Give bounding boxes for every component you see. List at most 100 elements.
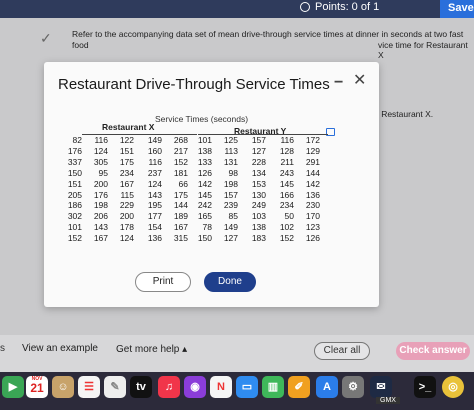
restaurant-x-cell: 122 [119,135,134,145]
restaurant-x-cell: 124 [93,145,108,156]
restaurant-x-cell: 66 [178,178,188,189]
restaurant-y-cell: 149 [223,222,238,233]
numbers-icon[interactable]: ▥ [262,376,284,398]
restaurant-x-cell: 176 [93,189,108,200]
restaurant-x-cell: 268 [173,135,188,145]
clear-all-button[interactable]: Clear all [314,342,370,360]
gmx-label: GMX [376,397,400,404]
restaurant-x-cell: 175 [173,189,188,200]
partial-label: s [0,343,5,354]
check-icon: ✓ [40,30,52,46]
restaurant-x-cell: 198 [93,200,108,211]
restaurant-x-cell: 195 [147,200,162,211]
news-icon[interactable]: N [210,376,232,398]
restaurant-x-cell: 167 [119,178,134,189]
restaurant-y-cell: 78 [202,222,212,233]
restaurant-y-cell: 130 [251,189,266,200]
restaurant-x-cell: 144 [173,200,188,211]
contacts-icon[interactable]: ☺ [52,376,74,398]
terminal-icon[interactable]: >_ [414,376,436,398]
calendar-icon[interactable]: NOV 21 [26,376,48,398]
restaurant-x-cell: 160 [147,145,162,156]
restaurant-y-cell: 134 [251,167,266,178]
restaurant-x-cell: 181 [173,167,188,178]
points-label: Points: 0 of 1 [315,1,380,13]
restaurant-y-cell: 136 [305,189,320,200]
restaurant-x-cell: 136 [147,233,162,244]
restaurant-x-cell: 101 [67,222,82,233]
restaurant-y-cell: 150 [197,233,212,244]
points-indicator: Points: 0 of 1 [300,1,379,13]
restaurant-y-cell: 243 [279,167,294,178]
restaurant-y-cell: 127 [223,233,238,244]
restaurant-y-cell: 153 [251,178,266,189]
restaurant-x-cell: 305 [93,156,108,167]
music-icon[interactable]: ♫ [158,376,180,398]
restaurant-y-cell: 125 [223,135,238,145]
reminders-icon[interactable]: ☰ [78,376,100,398]
restaurant-y-cell: 145 [279,178,294,189]
restaurant-x-cell: 176 [67,145,82,156]
restaurant-y-cell: 123 [305,222,320,233]
pages-icon[interactable]: ✐ [288,376,310,398]
restaurant-x-cell: 229 [119,200,134,211]
question-side-text: r Restaurant X. [376,109,434,119]
restaurant-y-cell: 102 [279,222,294,233]
restaurant-x-cell: 151 [119,145,134,156]
restaurant-y-cell: 113 [224,145,238,156]
restaurant-y-cell: 50 [284,211,294,222]
gmx-icon[interactable]: ✉ [370,376,392,398]
done-button[interactable]: Done [204,272,256,292]
view-example-link[interactable]: View an example [22,343,98,354]
restaurant-y-cell: 138 [197,145,212,156]
save-button[interactable]: Save [440,0,474,18]
restaurant-x-cell: 124 [119,233,134,244]
facetime-icon[interactable]: ▶ [2,376,24,398]
restaurant-x-cell: 152 [67,233,82,244]
app-store-icon[interactable]: A [316,376,338,398]
apple-tv-icon[interactable]: tv [130,376,152,398]
restaurant-x-cell: 167 [93,233,108,244]
question-page: ✓ Refer to the accompanying data set of … [0,18,474,372]
calendar-day: 21 [30,381,44,395]
restaurant-x-cell: 149 [147,135,162,145]
minimize-button[interactable]: − [334,74,343,92]
restaurant-y-cell: 85 [228,211,238,222]
restaurant-x-cell: 200 [119,211,134,222]
system-settings-icon[interactable]: ⚙ [342,376,364,398]
close-button[interactable]: ✕ [353,70,366,90]
restaurant-x-cell: 151 [67,178,82,189]
progress-ring-icon [300,2,310,12]
restaurant-y-cell: 142 [305,178,320,189]
get-more-help-link[interactable]: Get more help ▴ [116,344,187,355]
restaurant-x-cell: 186 [67,200,82,211]
keynote-icon[interactable]: ▭ [236,376,258,398]
table-title: Service Times (seconds) [155,114,249,124]
restaurant-y-cell: 98 [228,167,238,178]
restaurant-x-cell: 234 [119,167,134,178]
calendar-month: NOV [31,376,43,382]
restaurant-y-cell: 234 [279,200,294,211]
restaurant-x-cell: 337 [67,156,82,167]
podcasts-icon[interactable]: ◉ [184,376,206,398]
group-header-restaurant-x: Restaurant X [102,122,155,132]
restaurant-x-cell: 95 [98,167,108,178]
restaurant-x-cell: 116 [148,156,162,167]
restaurant-y-cell: 230 [305,200,320,211]
question-intro-continued: vice time for Restaurant X [378,40,468,60]
top-bar: Points: 0 of 1 Save [0,0,474,18]
restaurant-y-cell: 145 [197,189,212,200]
restaurant-y-cell: 170 [305,211,320,222]
restaurant-x-cell: 206 [93,211,108,222]
restaurant-y-cell: 103 [251,211,266,222]
restaurant-x-cell: 200 [93,178,108,189]
restaurant-x-cell: 175 [119,156,134,167]
restaurant-y-cell: 138 [251,222,266,233]
chrome-icon[interactable]: ◎ [442,376,464,398]
restaurant-y-cell: 152 [279,233,294,244]
restaurant-x-cell: 82 [72,135,82,145]
check-answer-button[interactable]: Check answer [396,342,470,360]
freeform-icon[interactable]: ✎ [104,376,126,398]
print-button[interactable]: Print [135,272,191,292]
restaurant-x-cell: 152 [173,156,188,167]
